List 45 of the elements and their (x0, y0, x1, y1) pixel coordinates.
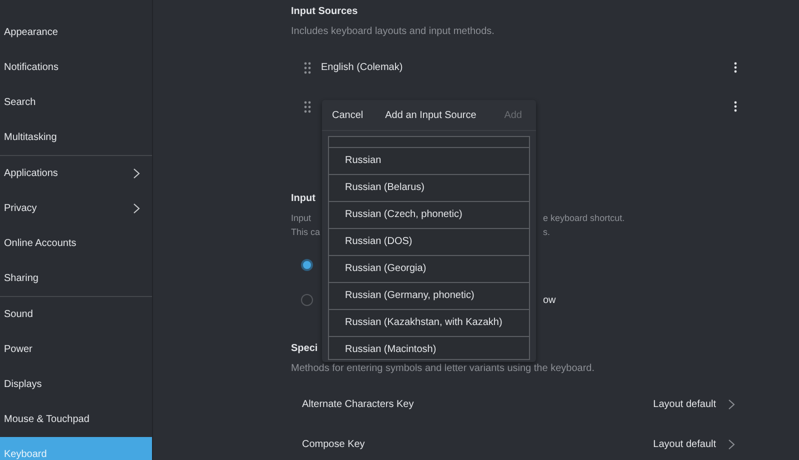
section-description: s. (543, 226, 550, 239)
sidebar-item[interactable]: Multitasking (0, 120, 152, 155)
layout-list-item[interactable]: Russian (DOS) (329, 229, 529, 256)
drag-handle-icon[interactable] (304, 100, 311, 112)
sidebar-item[interactable]: Privacy (0, 191, 152, 226)
radio-label: ow (543, 294, 556, 306)
layout-list-item[interactable]: Russian (Belarus) (329, 175, 529, 202)
sidebar-item[interactable]: Notifications (0, 50, 152, 85)
layout-list-item[interactable]: Russian (329, 148, 529, 175)
section-description: e keyboard shortcut. (543, 212, 625, 225)
section-description: Input (291, 212, 312, 225)
chevron-right-icon (133, 203, 140, 214)
radio-button[interactable] (301, 294, 313, 306)
cancel-button[interactable]: Cancel (328, 106, 368, 124)
layout-list-item[interactable]: Russian (Czech, phonetic) (329, 202, 529, 229)
layout-list-item[interactable]: Russian (Kazakhstan, with Kazakh) (329, 310, 529, 337)
layout-list-item[interactable]: Russian (Macintosh) (329, 337, 529, 359)
section-heading: Input (291, 192, 316, 206)
sidebar-item[interactable]: Power (0, 332, 152, 367)
chevron-right-icon (728, 438, 735, 450)
more-options-icon[interactable] (734, 62, 737, 73)
section-description: Methods for entering symbols and letter variants using the keyboard. (291, 362, 594, 374)
sidebar-item[interactable]: Sharing (0, 261, 152, 296)
layout-list-item[interactable]: Russian (Germany, phonetic) (329, 283, 529, 310)
input-source-name: English (Colemak) (321, 62, 403, 73)
section-heading: Input Sources (291, 5, 358, 19)
settings-row[interactable]: Compose Key Layout default (291, 424, 735, 460)
chevron-right-icon (728, 398, 735, 410)
more-options-icon[interactable] (734, 101, 737, 112)
sidebar-item[interactable]: Search (0, 85, 152, 120)
section-heading: Speci (291, 342, 318, 356)
sidebar-item[interactable]: Applications (0, 156, 152, 191)
settings-row[interactable]: Alternate Characters Key Layout default (291, 384, 735, 424)
radio-button[interactable] (301, 259, 313, 271)
sidebar-item[interactable]: Online Accounts (0, 226, 152, 261)
section-description: Includes keyboard layouts and input methods. (291, 25, 494, 38)
sidebar-item[interactable]: Displays (0, 367, 152, 402)
chevron-right-icon (133, 168, 140, 179)
section-description: This ca (291, 226, 320, 239)
popover-title: Add an Input Source (385, 110, 478, 120)
layout-list-item[interactable]: Russian (Georgia) (329, 256, 529, 283)
drag-handle-icon[interactable] (304, 62, 311, 74)
sidebar-item[interactable]: Appearance (0, 15, 152, 50)
sidebar-item[interactable]: Mouse & Touchpad (0, 402, 152, 437)
sidebar-item[interactable]: Sound (0, 297, 152, 332)
